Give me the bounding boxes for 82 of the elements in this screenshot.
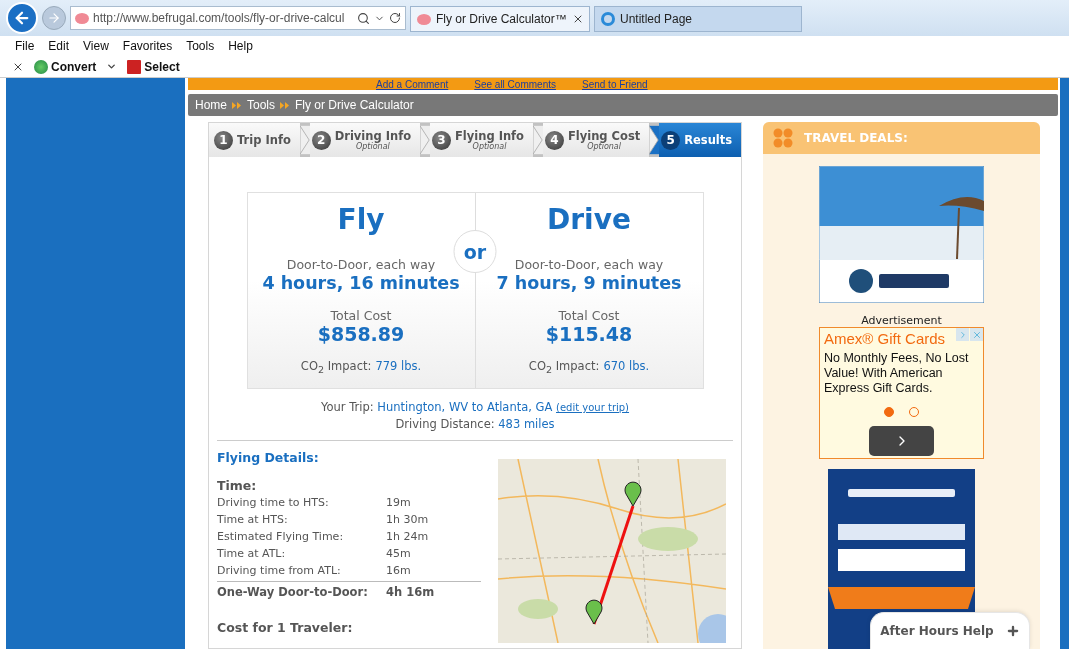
breadcrumb-link[interactable]: Fly or Drive Calculator	[295, 98, 414, 112]
impact-value: 670 lbs.	[603, 359, 650, 375]
menu-item[interactable]: File	[15, 39, 35, 53]
option-title: Drive	[547, 203, 631, 237]
menu-item[interactable]: Tools	[186, 39, 215, 53]
ad-label: Advertisement	[861, 314, 942, 327]
next-button[interactable]	[869, 426, 934, 456]
total-label: One-Way Door-to-Door:	[217, 585, 369, 600]
action-link[interactable]: Send to Friend	[581, 80, 648, 90]
caret-icon[interactable]	[106, 61, 118, 72]
toolbar-button[interactable]: Select	[127, 59, 180, 74]
step-number-badge: 2	[311, 130, 331, 150]
option-title: Fly	[337, 203, 385, 237]
menu-item[interactable]: View	[83, 39, 109, 53]
browser-tab[interactable]: Fly or Drive Calculator™	[410, 6, 590, 32]
cost-label: Total Cost	[558, 308, 620, 323]
detail-value: 19m	[386, 495, 411, 511]
detail-label: Driving time to HTS:	[217, 495, 330, 511]
menu-item[interactable]: Help	[228, 39, 253, 53]
trip-label: Your Trip:	[320, 400, 375, 414]
help-tab[interactable]: After Hours Help	[870, 612, 1030, 649]
back-button[interactable]	[6, 2, 38, 34]
step-divider-icon	[532, 123, 543, 157]
action-link[interactable]: See all Comments	[474, 80, 556, 90]
dots-icon	[773, 128, 793, 148]
beach-banner-drawing[interactable]	[819, 166, 984, 303]
detail-value: 45m	[386, 546, 411, 562]
breadcrumb-link[interactable]: Tools	[247, 98, 276, 112]
site-icon	[75, 12, 89, 24]
menu-item[interactable]: Edit	[48, 39, 70, 53]
duration-text: 4 hours, 16 minutes	[262, 272, 460, 294]
text-ad[interactable]: Amex® Gift Cards No Monthly Fees, No Lost Value! With American Express Gift Cards.	[819, 327, 984, 459]
panel-title: TRAVEL DEALS:	[804, 131, 908, 145]
distance-value: 483 miles	[498, 417, 555, 431]
option-subtitle: Door-to-Door, each way	[514, 258, 664, 272]
cost-value: $115.48	[545, 323, 633, 345]
breadcrumb-link[interactable]: Home	[195, 98, 227, 112]
step-divider-icon	[420, 123, 430, 157]
section-title: Flying Details:	[217, 450, 320, 466]
pager-dot[interactable]	[909, 407, 919, 417]
cost-label: Total Cost	[330, 308, 392, 323]
detail-value: 1h 30m	[386, 512, 429, 528]
action-link[interactable]: Add a Comment	[376, 80, 449, 90]
impact-label: CO$_{2}$ Impact:	[300, 359, 372, 378]
cost-value: $858.89	[317, 323, 405, 345]
ad-text: No Monthly Fees, No Lost Value! With American Express Gift Cards.	[824, 351, 970, 396]
menu-item[interactable]: Favorites	[122, 39, 173, 53]
detail-label: Time at HTS:	[217, 512, 289, 528]
step-number-badge: 4	[544, 130, 564, 150]
impact-label: CO$_{2}$ Impact:	[528, 359, 600, 378]
step-number-badge: 5	[661, 130, 681, 150]
option-subtitle: Door-to-Door, each way	[286, 258, 436, 272]
distance-label: Driving Distance:	[395, 417, 496, 431]
step-number-badge: 1	[214, 130, 233, 150]
plus-icon	[1005, 624, 1020, 638]
detail-label: Estimated Flying Time:	[217, 529, 345, 545]
browser-tab[interactable]: Untitled Page	[594, 6, 802, 32]
edit-trip-link[interactable]: (edit your trip)	[556, 402, 630, 413]
step-tab[interactable]: 5 Results	[659, 123, 741, 157]
section-heading: Cost for 1 Traveler:	[217, 620, 354, 636]
double-arrow-icon	[280, 101, 291, 109]
duration-text: 7 hours, 9 minutes	[496, 272, 682, 294]
site-icon	[417, 13, 431, 25]
step-number-badge: 3	[432, 130, 451, 150]
trip-route: Huntington, WV to Atlanta, GA	[377, 400, 553, 414]
address-field[interactable]: http://www.befrugal.com/tools/fly-or-drive-calcul	[70, 6, 406, 30]
section-heading: Time:	[217, 478, 258, 494]
refresh-icon[interactable]	[389, 12, 401, 24]
step-divider-icon	[649, 123, 660, 157]
page-icon	[601, 12, 615, 26]
toolbar-button[interactable]: Convert	[34, 59, 97, 74]
detail-label: Time at ATL:	[217, 546, 287, 562]
step-tab[interactable]: 1 Trip Info	[209, 123, 300, 157]
search-icon[interactable]	[357, 11, 370, 25]
detail-label: Driving time from ATL:	[217, 563, 342, 579]
double-arrow-icon	[232, 101, 242, 109]
detail-value: 1h 24m	[386, 529, 429, 545]
detail-value: 16m	[386, 563, 411, 579]
total-value: 4h 16m	[386, 585, 435, 600]
pager-dot[interactable]	[884, 407, 894, 417]
step-divider-icon	[299, 123, 310, 157]
impact-value: 779 lbs.	[375, 359, 422, 375]
